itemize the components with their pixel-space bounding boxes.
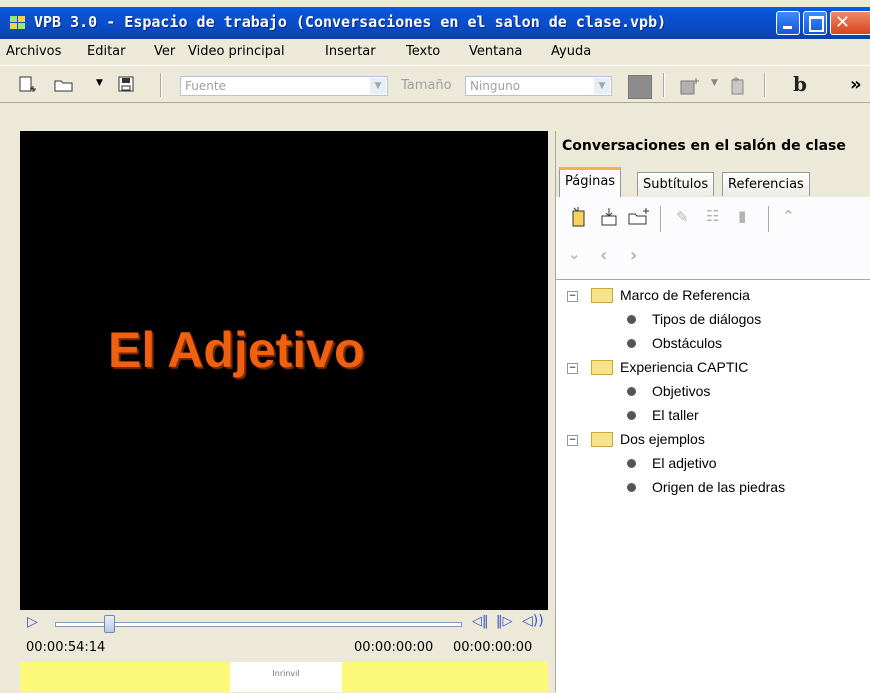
video-preview[interactable]: El Adjetivo xyxy=(20,131,548,610)
chevron-down-icon[interactable]: ⌄ xyxy=(568,245,581,263)
folder-icon xyxy=(591,288,613,303)
color-icon[interactable] xyxy=(628,75,652,99)
tab-paginas[interactable]: Páginas xyxy=(559,167,622,197)
time-out: 00:00:00:00 xyxy=(453,640,533,655)
edit-icon[interactable]: ✎ xyxy=(676,208,689,226)
video-title-text: El Adjetivo xyxy=(108,322,365,378)
timeline-thumbnail[interactable]: Inrinvil xyxy=(230,662,342,692)
trash-icon[interactable]: ▮ xyxy=(738,207,746,225)
collapse-icon[interactable]: − xyxy=(567,363,578,374)
tree-folder-marco[interactable]: Marco de Referencia xyxy=(620,287,750,303)
chevron-right-icon[interactable]: › xyxy=(630,245,637,266)
font-select-value: Fuente xyxy=(185,79,226,93)
menu-video-principal[interactable]: Video principal xyxy=(188,44,285,59)
toolbar-separator xyxy=(160,73,162,97)
menu-ventana[interactable]: Ventana xyxy=(469,44,522,59)
page-bullet-icon xyxy=(627,459,636,468)
next-frame-icon[interactable]: ‖▷ xyxy=(496,614,513,629)
chevron-down-icon: ▼ xyxy=(370,78,386,94)
page-bullet-icon xyxy=(627,411,636,420)
current-time: 00:00:54:14 xyxy=(26,640,106,655)
panel-title: Conversaciones en el salón de clase xyxy=(562,138,846,154)
menu-archivos[interactable]: Archivos xyxy=(6,44,61,59)
minimize-button[interactable] xyxy=(776,11,800,35)
playback-controls: ▷ ◁‖ ‖▷ ◁)) xyxy=(20,610,548,636)
tree-page-origen[interactable]: Origen de las piedras xyxy=(652,479,785,495)
new-file-icon[interactable] xyxy=(18,76,36,94)
tree-folder-dos-ejemplos[interactable]: Dos ejemplos xyxy=(620,431,705,447)
time-display: 00:00:54:14 00:00:00:00 00:00:00:00 xyxy=(20,636,548,662)
tree-folder-captic[interactable]: Experiencia CAPTIC xyxy=(620,359,748,375)
thumbnail-label: Inrinvil xyxy=(272,669,300,678)
tree-page-obstaculos[interactable]: Obstáculos xyxy=(652,335,722,351)
pages-toolbar: ✎ ☷ ▮ ⌃ xyxy=(556,197,870,239)
new-folder-icon[interactable] xyxy=(628,207,650,227)
tree-page-adjetivo[interactable]: El adjetivo xyxy=(652,455,717,471)
timeline-track[interactable]: Inrinvil xyxy=(20,662,548,692)
page-bullet-icon xyxy=(627,483,636,492)
page-bullet-icon xyxy=(627,339,636,348)
menu-editar[interactable]: Editar xyxy=(87,44,126,59)
window-title: VPB 3.0 - Espacio de trabajo (Conversaci… xyxy=(34,13,667,31)
tree-page-tipos[interactable]: Tipos de diálogos xyxy=(652,311,761,327)
chevron-down-icon[interactable]: ▼ xyxy=(711,78,718,88)
menu-bar: Archivos Editar Ver Video principal Inse… xyxy=(0,39,870,65)
time-in: 00:00:00:00 xyxy=(354,640,434,655)
volume-icon[interactable]: ◁)) xyxy=(522,613,544,629)
new-page-icon[interactable] xyxy=(570,207,588,227)
seek-handle[interactable] xyxy=(104,615,115,633)
folder-icon xyxy=(591,360,613,375)
toolbar-separator xyxy=(663,73,665,97)
chevron-down-icon: ▼ xyxy=(594,78,610,94)
folder-icon xyxy=(591,432,613,447)
app-icon xyxy=(10,16,26,29)
tree-page-objetivos[interactable]: Objetivos xyxy=(652,383,710,399)
toolbar: ▼ Fuente ▼ Tamaño Ninguno ▼ ▼ b » xyxy=(0,65,870,103)
insert-video-icon[interactable] xyxy=(680,76,702,96)
toolbar-separator xyxy=(660,206,662,232)
size-select-value: Ninguno xyxy=(470,79,521,93)
title-bar: VPB 3.0 - Espacio de trabajo (Conversaci… xyxy=(0,7,870,39)
play-icon[interactable]: ▷ xyxy=(27,614,38,630)
toolbar-separator xyxy=(768,206,770,232)
menu-ayuda[interactable]: Ayuda xyxy=(551,44,591,59)
collapse-icon[interactable]: − xyxy=(567,435,578,446)
menu-texto[interactable]: Texto xyxy=(406,44,440,59)
pages-toolbar-row2: ⌄ ‹ › xyxy=(556,239,870,279)
pages-tree: − Marco de Referencia Tipos de diálogos … xyxy=(556,279,870,693)
chevron-down-icon[interactable]: ▼ xyxy=(96,78,103,88)
insert-page-icon[interactable] xyxy=(728,76,748,96)
toolbar-separator xyxy=(764,73,766,97)
seek-slider[interactable] xyxy=(55,622,462,627)
import-page-icon[interactable] xyxy=(600,207,618,227)
open-folder-icon[interactable] xyxy=(54,76,74,94)
page-bullet-icon xyxy=(627,387,636,396)
size-select[interactable]: Ninguno ▼ xyxy=(465,76,612,96)
pages-panel: Conversaciones en el salón de clase Pági… xyxy=(555,131,870,693)
chevron-up-icon[interactable]: ⌃ xyxy=(782,207,795,225)
close-button[interactable]: ✕ xyxy=(830,11,870,35)
properties-icon[interactable]: ☷ xyxy=(706,207,719,225)
collapse-icon[interactable]: − xyxy=(567,291,578,302)
save-icon[interactable] xyxy=(118,76,134,92)
tab-subtitulos[interactable]: Subtítulos xyxy=(637,172,715,196)
chevron-left-icon[interactable]: ‹ xyxy=(600,245,607,266)
tab-referencias[interactable]: Referencias xyxy=(722,172,810,196)
size-label: Tamaño xyxy=(401,78,452,93)
menu-ver[interactable]: Ver xyxy=(154,44,175,59)
page-bullet-icon xyxy=(627,315,636,324)
menu-insertar[interactable]: Insertar xyxy=(325,44,376,59)
prev-frame-icon[interactable]: ◁‖ xyxy=(472,614,489,629)
font-select[interactable]: Fuente ▼ xyxy=(180,76,388,96)
toolbar-overflow-button[interactable]: » xyxy=(850,74,862,95)
bold-button[interactable]: b xyxy=(793,72,807,96)
tree-page-taller[interactable]: El taller xyxy=(652,407,699,423)
maximize-button[interactable] xyxy=(803,11,827,35)
